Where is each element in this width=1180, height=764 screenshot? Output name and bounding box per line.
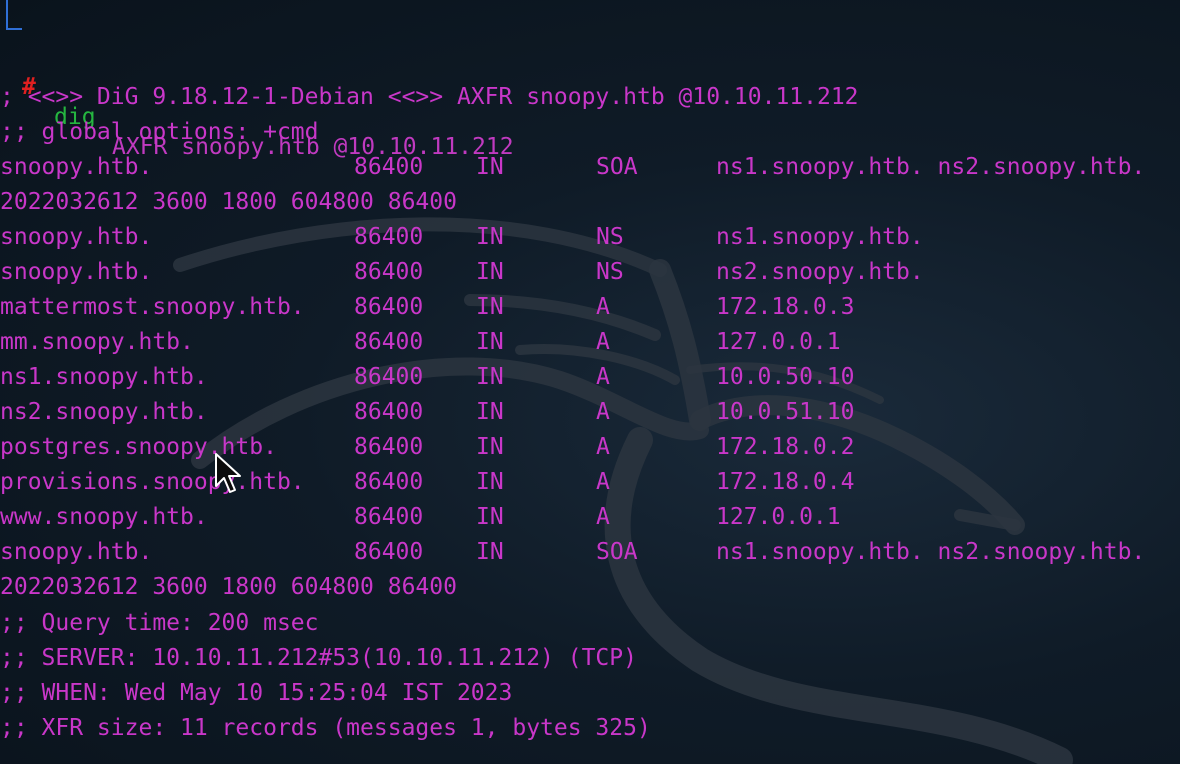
record-name: mattermost.snoopy.htb. xyxy=(0,294,305,320)
record-class: IN xyxy=(476,469,504,495)
record-ttl: 86400 xyxy=(354,154,424,180)
prompt-line: # dig AXFR snoopy.htb @10.10.11.212 xyxy=(0,0,514,160)
record-type: A xyxy=(596,434,610,460)
record-ttl: 86400 xyxy=(354,294,424,320)
output-footer-line: ;; Query time: 200 msec xyxy=(0,610,319,636)
record-type: A xyxy=(596,364,610,390)
record-class: IN xyxy=(476,329,504,355)
record-name: ns1.snoopy.htb. xyxy=(0,364,208,390)
record-type: A xyxy=(596,469,610,495)
record-class: IN xyxy=(476,294,504,320)
record-name: provisions.snoopy.htb. xyxy=(0,469,305,495)
record-type: SOA xyxy=(596,539,638,565)
record-type: NS xyxy=(596,224,624,250)
record-name: ns2.snoopy.htb. xyxy=(0,399,208,425)
record-type: A xyxy=(596,504,610,530)
record-name: snoopy.htb. xyxy=(0,224,153,250)
record-class: IN xyxy=(476,259,504,285)
record-data: 172.18.0.3 xyxy=(716,294,855,320)
prompt-corner-decoration xyxy=(6,0,22,30)
dns-record-continuation: 2022032612 3600 1800 604800 86400 xyxy=(0,189,457,215)
record-name: www.snoopy.htb. xyxy=(0,504,208,530)
record-data: 127.0.0.1 xyxy=(716,504,841,530)
record-ttl: 86400 xyxy=(354,329,424,355)
record-type: SOA xyxy=(596,154,638,180)
record-class: IN xyxy=(476,364,504,390)
dns-record-row: ns2.snoopy.htb. 86400 IN A 10.0.51.10 xyxy=(0,397,854,427)
record-ttl: 86400 xyxy=(354,399,424,425)
output-header-line: ;; global options: +cmd xyxy=(0,119,319,145)
output-header-line: ; <<>> DiG 9.18.12-1-Debian <<>> AXFR sn… xyxy=(0,84,859,110)
record-ttl: 86400 xyxy=(354,224,424,250)
record-class: IN xyxy=(476,434,504,460)
dns-record-row: snoopy.htb. 86400 IN SOA ns1.snoopy.htb.… xyxy=(0,537,1145,567)
record-ttl: 86400 xyxy=(354,434,424,460)
record-data: ns2.snoopy.htb. xyxy=(716,259,924,285)
record-name: mm.snoopy.htb. xyxy=(0,329,194,355)
record-ttl: 86400 xyxy=(354,539,424,565)
dns-record-row: snoopy.htb. 86400 IN NS ns1.snoopy.htb. xyxy=(0,222,924,252)
dns-record-continuation: 2022032612 3600 1800 604800 86400 xyxy=(0,574,457,600)
record-data: 10.0.51.10 xyxy=(716,399,855,425)
record-type: NS xyxy=(596,259,624,285)
record-class: IN xyxy=(476,504,504,530)
dns-record-row: provisions.snoopy.htb. 86400 IN A 172.18… xyxy=(0,467,854,497)
record-ttl: 86400 xyxy=(354,364,424,390)
record-ttl: 86400 xyxy=(354,259,424,285)
record-data: 172.18.0.4 xyxy=(716,469,855,495)
dns-record-row: www.snoopy.htb. 86400 IN A 127.0.0.1 xyxy=(0,502,841,532)
record-data: ns1.snoopy.htb. xyxy=(716,224,924,250)
record-type: A xyxy=(596,399,610,425)
record-name: snoopy.htb. xyxy=(0,154,153,180)
record-type: A xyxy=(596,294,610,320)
record-data: ns1.snoopy.htb. ns2.snoopy.htb. xyxy=(716,539,1146,565)
mouse-pointer-icon xyxy=(215,453,241,493)
record-class: IN xyxy=(476,154,504,180)
record-data: 127.0.0.1 xyxy=(716,329,841,355)
record-data: ns1.snoopy.htb. ns2.snoopy.htb. xyxy=(716,154,1146,180)
record-class: IN xyxy=(476,224,504,250)
record-type: A xyxy=(596,329,610,355)
record-class: IN xyxy=(476,399,504,425)
record-data: 172.18.0.2 xyxy=(716,434,855,460)
dns-record-row: postgres.snoopy.htb. 86400 IN A 172.18.0… xyxy=(0,432,854,462)
record-class: IN xyxy=(476,539,504,565)
output-footer-line: ;; SERVER: 10.10.11.212#53(10.10.11.212)… xyxy=(0,645,637,671)
record-ttl: 86400 xyxy=(354,469,424,495)
output-footer-line: ;; WHEN: Wed May 10 15:25:04 IST 2023 xyxy=(0,680,513,706)
dns-record-row: mm.snoopy.htb. 86400 IN A 127.0.0.1 xyxy=(0,327,841,357)
record-name: snoopy.htb. xyxy=(0,539,153,565)
dns-record-row: snoopy.htb. 86400 IN SOA ns1.snoopy.htb.… xyxy=(0,152,1145,182)
dns-record-row: ns1.snoopy.htb. 86400 IN A 10.0.50.10 xyxy=(0,362,854,392)
record-name: snoopy.htb. xyxy=(0,259,153,285)
dns-record-row: mattermost.snoopy.htb. 86400 IN A 172.18… xyxy=(0,292,854,322)
output-footer-line: ;; XFR size: 11 records (messages 1, byt… xyxy=(0,715,651,741)
terminal-window[interactable]: # dig AXFR snoopy.htb @10.10.11.212 ; <<… xyxy=(0,0,1180,764)
record-data: 10.0.50.10 xyxy=(716,364,855,390)
dns-record-row: snoopy.htb. 86400 IN NS ns2.snoopy.htb. xyxy=(0,257,924,287)
record-ttl: 86400 xyxy=(354,504,424,530)
